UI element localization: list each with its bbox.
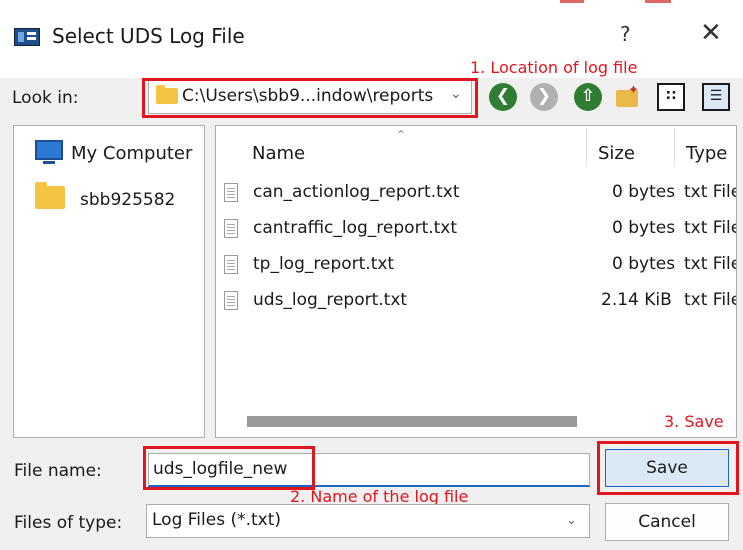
file-name-label: File name:: [14, 461, 102, 481]
column-header-name[interactable]: Name: [252, 143, 305, 164]
up-arrow-icon: ⇧: [580, 86, 596, 106]
file-name[interactable]: can_actionlog_report.txt: [253, 182, 460, 202]
close-button[interactable]: ✕: [700, 20, 722, 46]
detail-view-icon: ☰: [709, 88, 723, 104]
file-type: txt File: [684, 254, 736, 274]
sidebar-panel: [13, 125, 205, 438]
sidebar-item-user-folder[interactable]: sbb925582: [80, 190, 175, 210]
sparkle-icon: ✦: [628, 83, 639, 98]
column-header-size[interactable]: Size: [598, 143, 635, 164]
file-name[interactable]: tp_log_report.txt: [253, 254, 394, 274]
forward-arrow-icon: ❯: [536, 86, 552, 106]
list-view-button[interactable]: ∷: [657, 83, 685, 111]
background-decoration: [645, 0, 671, 3]
sidebar-item-my-computer[interactable]: My Computer: [71, 143, 192, 164]
file-size: 0 bytes: [612, 182, 676, 202]
annotation-location: 1. Location of log file: [470, 58, 638, 77]
file-list-panel: [215, 125, 737, 438]
column-divider[interactable]: [586, 128, 587, 166]
computer-icon-stand: [43, 161, 55, 164]
file-size: 0 bytes: [612, 254, 676, 274]
back-arrow-icon: ❮: [495, 86, 511, 106]
new-folder-button[interactable]: ✦: [614, 83, 642, 111]
forward-button[interactable]: ❯: [530, 83, 558, 111]
window-title: Select UDS Log File: [52, 24, 245, 48]
look-in-label: Look in:: [12, 88, 79, 108]
text-file-icon: [224, 219, 238, 238]
column-divider[interactable]: [674, 128, 675, 166]
back-button[interactable]: ❮: [489, 83, 517, 111]
file-size: 0 bytes: [612, 218, 676, 238]
file-type-value: Log Files (*.txt): [152, 510, 282, 530]
text-file-icon: [224, 255, 238, 274]
file-type: txt File: [684, 290, 736, 310]
chevron-down-icon[interactable]: ⌄: [566, 513, 577, 528]
computer-icon: [35, 140, 63, 160]
app-icon: [14, 28, 40, 46]
detail-view-button[interactable]: ☰: [702, 83, 730, 111]
annotation-box-save: [597, 441, 739, 495]
background-decoration: [560, 0, 584, 3]
list-view-icon: ∷: [666, 88, 676, 104]
annotation-box-location: [142, 78, 478, 118]
file-type-label: Files of type:: [14, 513, 123, 533]
up-button[interactable]: ⇧: [574, 83, 602, 111]
file-name[interactable]: cantraffic_log_report.txt: [253, 218, 457, 238]
scrollbar-thumb[interactable]: [247, 416, 577, 427]
cancel-button[interactable]: Cancel: [605, 503, 729, 541]
folder-icon: [35, 182, 65, 209]
sort-ascending-icon: ⌃: [396, 128, 407, 142]
annotation-save: 3. Save: [664, 412, 724, 431]
annotation-box-name: [143, 446, 315, 490]
file-name[interactable]: uds_log_report.txt: [253, 290, 407, 310]
file-type: txt File: [684, 218, 736, 238]
column-header-type[interactable]: Type: [686, 143, 727, 164]
text-file-icon: [224, 291, 238, 310]
file-type: txt File: [684, 182, 736, 202]
file-size: 2.14 KiB: [601, 290, 672, 310]
help-button[interactable]: ?: [620, 22, 631, 46]
text-file-icon: [224, 183, 238, 202]
